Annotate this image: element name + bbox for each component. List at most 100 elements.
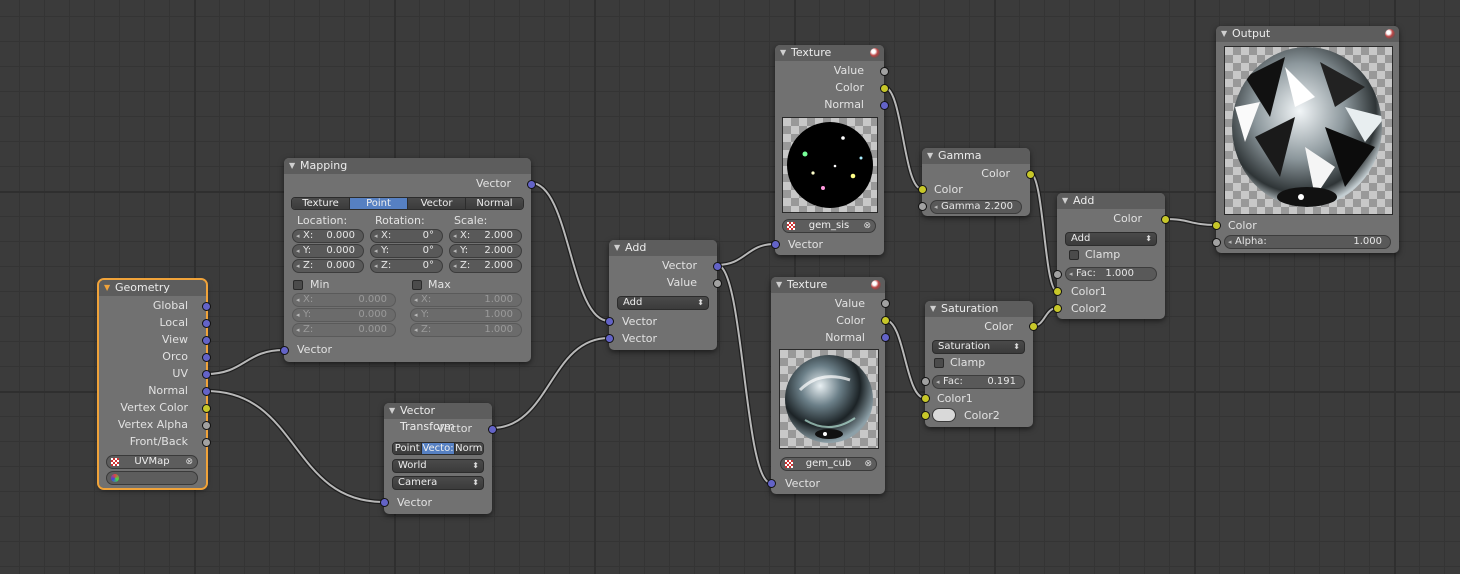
socket-tex1-vector-in[interactable] bbox=[771, 240, 780, 249]
socket-mapping-vector-out[interactable] bbox=[527, 180, 536, 189]
texture-1-selector[interactable]: gem_sis ⊗ bbox=[782, 219, 876, 233]
saturation-header[interactable]: ▼ Saturation bbox=[925, 301, 1033, 317]
convert-to-dropdown[interactable]: Camera ⬍ bbox=[392, 476, 484, 490]
max-checkbox[interactable] bbox=[412, 280, 422, 290]
socket-mapping-vector-in[interactable] bbox=[280, 346, 289, 355]
min-x-field[interactable]: ◂ X: 0.000 bbox=[292, 293, 396, 307]
scale-x-field[interactable]: ◂ X: 2.000 bbox=[449, 229, 522, 243]
rotation-z-field[interactable]: ◂ Z: 0° bbox=[370, 259, 443, 273]
max-x-field[interactable]: ◂ X: 1.000 bbox=[410, 293, 522, 307]
mapping-mode-texture[interactable]: Texture bbox=[292, 198, 350, 209]
max-z-field[interactable]: ◂ Z: 1.000 bbox=[410, 323, 522, 337]
socket-normal-out[interactable] bbox=[202, 387, 211, 396]
output-alpha-field[interactable]: ◂ Alpha: 1.000 bbox=[1224, 235, 1391, 249]
socket-add-color2-in[interactable] bbox=[1053, 304, 1062, 313]
add-vector-node[interactable]: ▼ Add Vector Value Add ⬍ Vector Vector bbox=[605, 240, 722, 350]
max-y-field[interactable]: ◂ Y: 1.000 bbox=[410, 308, 522, 322]
socket-add-vector-out[interactable] bbox=[713, 262, 722, 271]
unlink-icon[interactable]: ⊗ bbox=[864, 458, 872, 470]
unlink-icon[interactable]: ⊗ bbox=[863, 220, 871, 232]
scale-y-field[interactable]: ◂ Y: 2.000 bbox=[449, 244, 522, 258]
location-z-field[interactable]: ◂ Z: 0.000 bbox=[292, 259, 364, 273]
preview-sphere-icon[interactable] bbox=[870, 48, 880, 58]
vt-mode-normal[interactable]: Norm bbox=[454, 443, 483, 454]
min-checkbox[interactable] bbox=[293, 280, 303, 290]
preview-sphere-icon[interactable] bbox=[1385, 29, 1395, 39]
socket-saturation-color-out[interactable] bbox=[1029, 322, 1038, 331]
saturation-clamp-checkbox[interactable] bbox=[934, 358, 944, 368]
socket-add-fac-in[interactable] bbox=[1053, 270, 1062, 279]
clear-icon[interactable]: ⊗ bbox=[185, 456, 193, 468]
add-fac-field[interactable]: ◂ Fac: 1.000 bbox=[1065, 267, 1157, 281]
gamma-header[interactable]: ▼ Gamma bbox=[922, 148, 1030, 164]
mapping-node[interactable]: ▼ Mapping Vector Texture Point Vector No… bbox=[280, 158, 536, 362]
saturation-blend-dropdown[interactable]: Saturation ⬍ bbox=[932, 340, 1025, 354]
collapse-triangle-icon[interactable]: ▼ bbox=[1062, 193, 1068, 209]
texture-node-1[interactable]: ▼ Texture Value Color Normal gem_sis ⊗ V… bbox=[771, 45, 889, 255]
socket-vertex-alpha-out[interactable] bbox=[202, 421, 211, 430]
vt-mode-point[interactable]: Point bbox=[393, 443, 423, 454]
socket-saturation-color2-in[interactable] bbox=[921, 411, 930, 420]
socket-add-vector-in-1[interactable] bbox=[605, 317, 614, 326]
collapse-triangle-icon[interactable]: ▼ bbox=[1221, 26, 1227, 42]
geometry-node[interactable]: ▼ Geometry Global Local View Orco UV Nor… bbox=[97, 278, 211, 490]
add-blend-dropdown[interactable]: Add ⬍ bbox=[1065, 232, 1157, 246]
socket-global-out[interactable] bbox=[202, 302, 211, 311]
saturation-fac-field[interactable]: ◂ Fac: 0.191 bbox=[932, 375, 1025, 389]
socket-tex1-normal-out[interactable] bbox=[880, 101, 889, 110]
socket-add-color-out[interactable] bbox=[1161, 215, 1170, 224]
rotation-x-field[interactable]: ◂ X: 0° bbox=[370, 229, 443, 243]
texture-2-selector[interactable]: gem_cub ⊗ bbox=[780, 457, 877, 471]
socket-vt-vector-in[interactable] bbox=[380, 498, 389, 507]
socket-saturation-color1-in[interactable] bbox=[921, 394, 930, 403]
convert-from-dropdown[interactable]: World ⬍ bbox=[392, 459, 484, 473]
socket-add-value-out[interactable] bbox=[713, 279, 722, 288]
mapping-node-header[interactable]: ▼ Mapping bbox=[284, 158, 531, 174]
collapse-triangle-icon[interactable]: ▼ bbox=[927, 148, 933, 164]
socket-saturation-fac-in[interactable] bbox=[921, 377, 930, 386]
texture-node-2[interactable]: ▼ Texture Value Color Normal gem_cub ⊗ V… bbox=[767, 277, 890, 494]
socket-tex2-value-out[interactable] bbox=[881, 299, 890, 308]
socket-tex2-color-out[interactable] bbox=[881, 316, 890, 325]
socket-orco-out[interactable] bbox=[202, 353, 211, 362]
collapse-triangle-icon[interactable]: ▼ bbox=[776, 277, 782, 293]
socket-vt-vector-out[interactable] bbox=[488, 425, 497, 434]
socket-gamma-color-out[interactable] bbox=[1026, 170, 1035, 179]
vector-type-selector[interactable]: Point Vecto: Norm bbox=[392, 442, 484, 455]
socket-output-color-in[interactable] bbox=[1212, 221, 1221, 230]
socket-tex2-normal-out[interactable] bbox=[881, 333, 890, 342]
socket-front-back-out[interactable] bbox=[202, 438, 211, 447]
vector-transform-node[interactable]: ▼ Vector Transform Vector Point Vecto: N… bbox=[380, 403, 497, 514]
socket-gamma-color-in[interactable] bbox=[918, 185, 927, 194]
mapping-mode-vector[interactable]: Vector bbox=[408, 198, 466, 209]
rotation-y-field[interactable]: ◂ Y: 0° bbox=[370, 244, 443, 258]
socket-tex2-vector-in[interactable] bbox=[767, 479, 776, 488]
vertex-color-field[interactable] bbox=[106, 471, 198, 485]
min-y-field[interactable]: ◂ Y: 0.000 bbox=[292, 308, 396, 322]
socket-output-alpha-in[interactable] bbox=[1212, 238, 1221, 247]
collapse-triangle-icon[interactable]: ▼ bbox=[289, 158, 295, 174]
output-node[interactable]: ▼ Output Color ◂ Alpha: 1.000 bbox=[1212, 26, 1399, 253]
socket-vertex-color-out[interactable] bbox=[202, 404, 211, 413]
add-vector-header[interactable]: ▼ Add bbox=[609, 240, 717, 256]
texture-2-header[interactable]: ▼ Texture bbox=[771, 277, 885, 293]
saturation-node[interactable]: ▼ Saturation Color Saturation ⬍ Clamp ◂ Fa… bbox=[921, 301, 1038, 427]
collapse-triangle-icon[interactable]: ▼ bbox=[614, 240, 620, 256]
vt-mode-vector[interactable]: Vecto: bbox=[422, 443, 455, 454]
uvmap-field[interactable]: UVMap ⊗ bbox=[106, 455, 198, 469]
socket-uv-out[interactable] bbox=[202, 370, 211, 379]
add-color-node[interactable]: ▼ Add Color Add ⬍ Clamp ◂ Fac: 1.000 Color1… bbox=[1053, 193, 1170, 319]
min-z-field[interactable]: ◂ Z: 0.000 bbox=[292, 323, 396, 337]
mapping-mode-point[interactable]: Point bbox=[350, 198, 408, 209]
socket-local-out[interactable] bbox=[202, 319, 211, 328]
socket-view-out[interactable] bbox=[202, 336, 211, 345]
gamma-value-field[interactable]: ◂ Gamma 2.200 bbox=[930, 200, 1022, 214]
location-y-field[interactable]: ◂ Y: 0.000 bbox=[292, 244, 364, 258]
socket-tex1-value-out[interactable] bbox=[880, 67, 889, 76]
socket-add-vector-in-2[interactable] bbox=[605, 334, 614, 343]
socket-gamma-value-in[interactable] bbox=[918, 202, 927, 211]
vector-operation-dropdown[interactable]: Add ⬍ bbox=[617, 296, 709, 310]
geometry-node-header[interactable]: ▼ Geometry bbox=[99, 280, 206, 296]
saturation-color2-swatch[interactable] bbox=[932, 408, 956, 422]
collapse-triangle-icon[interactable]: ▼ bbox=[930, 301, 936, 317]
